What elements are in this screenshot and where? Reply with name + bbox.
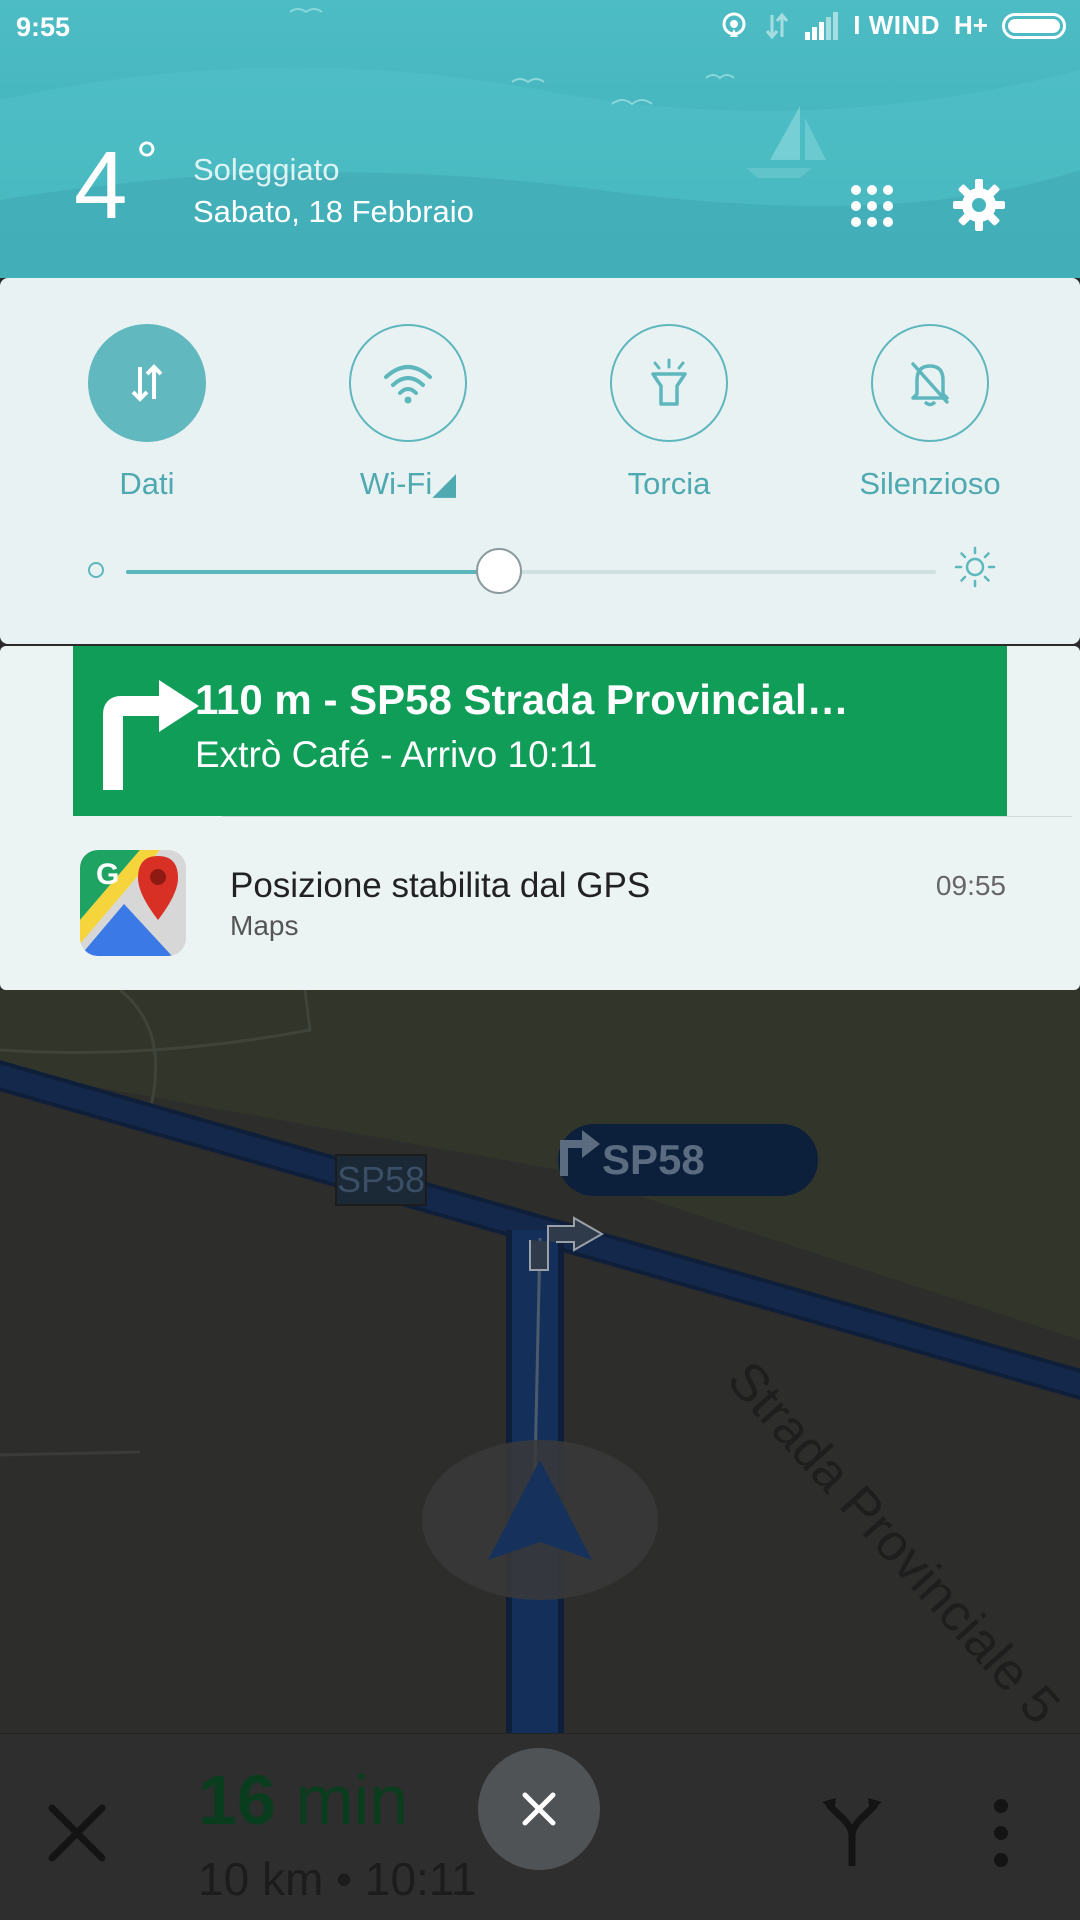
dismiss-button[interactable] — [478, 1748, 600, 1870]
eta-unit: min — [295, 1761, 409, 1839]
gps-notification-title: Posizione stabilita dal GPS — [230, 866, 651, 905]
notification-shade-header: 9:55 I WIND H+ 4 ° Soleggiato Sabato, 18… — [0, 0, 1080, 278]
toggle-label-torcia: Torcia — [627, 466, 711, 501]
navigation-bottom-bar: 16 min 10 km • 10:11 — [0, 1733, 1080, 1920]
turn-right-icon — [103, 680, 199, 790]
app-grid-icon[interactable] — [850, 184, 894, 228]
flashlight-toggle-button[interactable] — [610, 324, 728, 442]
carrier-name: I WIND — [853, 10, 941, 40]
toggle-label-silenzioso: Silenzioso — [859, 466, 1001, 501]
flashlight-icon — [651, 358, 687, 406]
map-canvas — [0, 990, 1080, 1733]
silent-toggle-button[interactable] — [871, 324, 989, 442]
google-maps-icon: G — [80, 850, 186, 956]
battery-icon — [1002, 12, 1066, 39]
weather-date: Sabato, 18 Febbraio — [193, 194, 474, 229]
weather-degree-symbol: ° — [136, 131, 158, 191]
map-road-label: SP58 — [335, 1154, 427, 1206]
brightness-slider-fill — [126, 570, 499, 574]
eta-distance-arrival: 10 km • 10:11 — [198, 1853, 477, 1905]
data-activity-icon — [766, 12, 789, 39]
weather-condition: Soleggiato — [193, 152, 340, 187]
toggle-wifi[interactable]: Wi-Fi◢ — [308, 324, 508, 502]
toggle-label-wifi: Wi-Fi◢ — [359, 466, 457, 501]
eta-duration: 16 min — [198, 1760, 408, 1840]
eta-minutes: 16 — [198, 1761, 276, 1839]
weather-temperature: 4 — [74, 132, 127, 239]
svg-text:G: G — [96, 858, 119, 891]
map-turn-callout-label: SP58 — [602, 1136, 705, 1183]
map-turn-callout[interactable]: SP58 — [558, 1124, 818, 1196]
navigation-map[interactable]: SP58 SP58 Strada Provinciale 5 — [0, 990, 1080, 1733]
route-options-icon[interactable] — [822, 1796, 882, 1866]
navigation-destination: Extrò Café - Arrivo 10:11 — [195, 734, 598, 775]
brightness-slider-thumb[interactable] — [475, 548, 522, 594]
gps-notification-time: 09:55 — [935, 870, 1006, 901]
bell-off-icon — [911, 362, 949, 407]
quick-settings-panel: Dati Wi-Fi◢ Torcia Silenzioso — [0, 278, 1080, 644]
gps-notification-app: Maps — [230, 910, 299, 941]
brightness-high-icon — [954, 546, 996, 588]
notification-divider — [222, 816, 1072, 817]
wifi-icon — [384, 365, 432, 404]
more-options-icon[interactable] — [986, 1798, 1016, 1868]
header-wave-decoration — [0, 8, 1080, 278]
data-arrows-icon — [131, 364, 163, 402]
status-bar-time: 9:55 — [16, 12, 71, 42]
wifi-toggle-button[interactable] — [349, 324, 467, 442]
hotspot-icon — [722, 12, 746, 37]
toggle-torcia[interactable]: Torcia — [569, 324, 769, 502]
notification-card: 110 m - SP58 Strada Provincial… Extrò Ca… — [0, 646, 1080, 990]
turn-right-small-icon — [560, 1130, 600, 1176]
navigation-notification[interactable]: 110 m - SP58 Strada Provincial… Extrò Ca… — [73, 646, 1007, 816]
navigation-instruction: 110 m - SP58 Strada Provincial… — [195, 676, 849, 723]
toggle-silenzioso[interactable]: Silenzioso — [830, 324, 1030, 502]
close-icon — [522, 1792, 556, 1826]
gear-icon[interactable] — [952, 178, 1006, 232]
signal-strength-icon — [805, 11, 839, 40]
brightness-slider[interactable] — [126, 548, 936, 594]
data-toggle-button[interactable] — [88, 324, 206, 442]
status-bar-right: I WIND H+ — [719, 10, 1066, 41]
close-navigation-icon[interactable] — [46, 1802, 108, 1864]
toggle-dati[interactable]: Dati — [47, 324, 247, 502]
brightness-low-icon — [88, 562, 104, 578]
network-type: H+ — [954, 10, 988, 40]
toggle-label-dati: Dati — [119, 466, 175, 501]
